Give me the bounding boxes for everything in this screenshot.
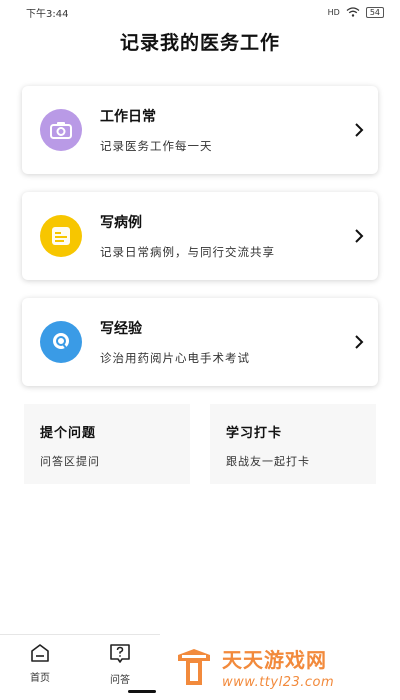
card-title: 写经验 bbox=[100, 321, 142, 337]
ask-question-card[interactable]: 提个问题 问答区提问 bbox=[24, 404, 190, 484]
watermark: 天天游戏网 www.ttyl23.com bbox=[172, 644, 334, 690]
signal-icon: HD bbox=[327, 7, 340, 17]
chat-icon bbox=[40, 321, 82, 363]
card-work-daily[interactable]: 工作日常 记录医务工作每一天 bbox=[22, 86, 378, 174]
mini-card-subtitle: 问答区提问 bbox=[40, 455, 100, 468]
page-title: 记录我的医务工作 bbox=[119, 32, 280, 54]
question-icon bbox=[110, 644, 130, 663]
card-subtitle: 诊治用药阅片心电手术考试 bbox=[100, 351, 250, 365]
card-write-case[interactable]: 写病例 记录日常病例，与同行交流共享 bbox=[22, 192, 378, 280]
chevron-right-icon bbox=[355, 229, 364, 243]
battery-icon: 54 bbox=[365, 6, 384, 18]
card-title: 工作日常 bbox=[100, 109, 156, 125]
study-checkin-card[interactable]: 学习打卡 跟战友一起打卡 bbox=[210, 404, 376, 484]
mini-card-subtitle: 跟战友一起打卡 bbox=[226, 455, 310, 468]
card-subtitle: 记录医务工作每一天 bbox=[100, 139, 213, 153]
tab-indicator bbox=[128, 690, 156, 693]
card-subtitle: 记录日常病例，与同行交流共享 bbox=[100, 245, 275, 259]
card-write-experience[interactable]: 写经验 诊治用药阅片心电手术考试 bbox=[22, 298, 378, 386]
status-bar: 下午3:44 HD 54 bbox=[0, 0, 400, 24]
mini-card-title: 提个问题 bbox=[40, 426, 97, 441]
status-time: 下午3:44 bbox=[26, 8, 69, 20]
card-title: 写病例 bbox=[100, 215, 142, 231]
chevron-right-icon bbox=[355, 123, 364, 137]
camera-icon bbox=[40, 109, 82, 151]
tab-home[interactable]: 首页 bbox=[0, 635, 80, 700]
wifi-icon bbox=[346, 7, 360, 17]
watermark-url: www.ttyl23.com bbox=[222, 675, 335, 690]
tab-label: 首页 bbox=[30, 673, 50, 684]
watermark-name: 天天游戏网 bbox=[222, 648, 327, 672]
tab-label: 问答 bbox=[110, 675, 130, 686]
document-icon bbox=[40, 215, 82, 257]
watermark-logo-icon bbox=[178, 649, 210, 685]
status-icons: HD 54 bbox=[327, 6, 384, 18]
home-icon bbox=[31, 644, 49, 662]
chevron-right-icon bbox=[355, 335, 364, 349]
mini-card-title: 学习打卡 bbox=[226, 426, 283, 441]
